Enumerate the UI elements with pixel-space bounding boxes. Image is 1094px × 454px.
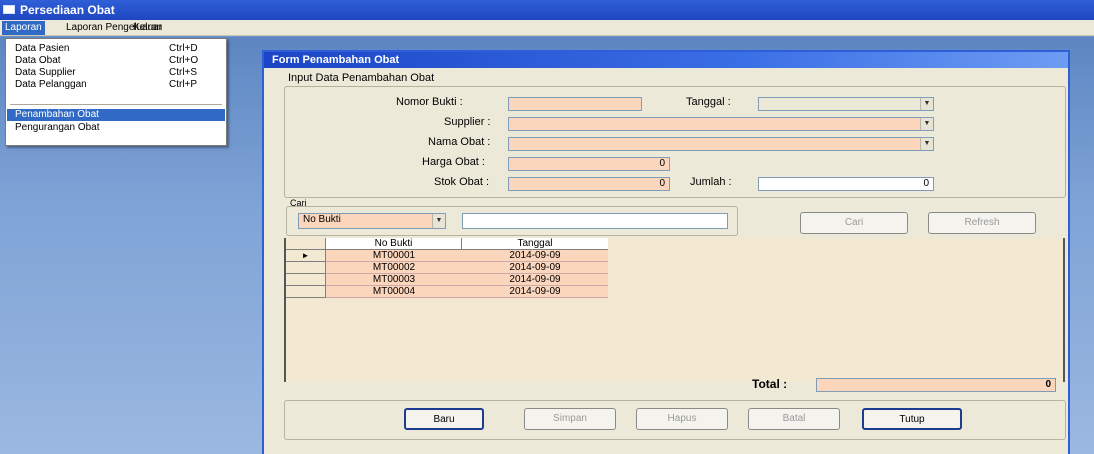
chevron-down-icon[interactable]: ▼: [920, 118, 933, 130]
nama-obat-combo[interactable]: [508, 137, 934, 151]
table-row-tanggal[interactable]: 2014-09-09: [462, 286, 608, 298]
row-indicator[interactable]: [286, 262, 326, 274]
batal-button[interactable]: Batal: [748, 408, 840, 430]
chevron-down-icon[interactable]: ▼: [432, 214, 445, 228]
total-field: 0: [816, 378, 1056, 392]
window-titlebar: Form Penambahan Obat: [264, 52, 1068, 68]
chevron-down-icon[interactable]: ▼: [920, 98, 933, 110]
menu-item-shortcut: Ctrl+O: [169, 55, 199, 66]
menu-item-data-pasien[interactable]: Data Pasien Ctrl+D: [7, 43, 225, 55]
menu-item-shortcut: Ctrl+D: [169, 43, 198, 54]
nomor-bukti-label: Nomor Bukti :: [396, 96, 463, 108]
menu-item-data-obat[interactable]: Data Obat Ctrl+O: [7, 55, 225, 67]
menu-item-label: Pengurangan Obat: [15, 122, 100, 133]
menu-item-label: Data Supplier: [15, 67, 76, 78]
cari-text-input[interactable]: [462, 213, 728, 229]
jumlah-label: Jumlah :: [690, 176, 732, 188]
menu-item-pengurangan-obat[interactable]: Pengurangan Obat: [7, 122, 225, 134]
total-label: Total :: [752, 377, 788, 391]
menu-separator: [10, 104, 222, 105]
harga-obat-field[interactable]: 0: [508, 157, 670, 171]
table-row-tanggal[interactable]: 2014-09-09: [462, 250, 608, 262]
menu-laporan[interactable]: Laporan: [2, 21, 45, 35]
menu-item-shortcut: Ctrl+P: [169, 79, 198, 90]
data-grid[interactable]: No Bukti Tanggal ► MT00001 2014-09-09 MT…: [284, 238, 1065, 382]
row-indicator[interactable]: [286, 274, 326, 286]
grid-header-tanggal[interactable]: Tanggal: [462, 238, 608, 250]
group-title: Input Data Penambahan Obat: [288, 72, 435, 84]
supplier-label: Supplier :: [444, 116, 491, 128]
menu-item-label: Penambahan Obat: [15, 109, 99, 120]
menu-item-label: Data Obat: [15, 55, 61, 66]
cari-select-value: No Bukti: [303, 214, 341, 225]
table-row-nobukti[interactable]: MT00003: [326, 274, 462, 286]
row-indicator[interactable]: [286, 286, 326, 298]
menu-item-data-supplier[interactable]: Data Supplier Ctrl+S: [7, 67, 225, 79]
laporan-dropdown-menu: Data Pasien Ctrl+D Data Obat Ctrl+O Data…: [5, 38, 227, 146]
chevron-down-icon[interactable]: ▼: [920, 138, 933, 150]
triangle-right-icon[interactable]: ►: [286, 250, 326, 262]
baru-button[interactable]: Baru: [404, 408, 484, 430]
app-title: Persediaan Obat: [20, 3, 115, 17]
penambahan-obat-window: Form Penambahan Obat Input Data Penambah…: [262, 50, 1070, 454]
grid-corner: [286, 238, 326, 250]
supplier-combo[interactable]: [508, 117, 934, 131]
menu-item-penambahan-obat[interactable]: Penambahan Obat: [7, 109, 225, 121]
menu-item-label: Data Pelanggan: [15, 79, 87, 90]
tanggal-picker[interactable]: ▼: [758, 97, 934, 111]
jumlah-field[interactable]: 0: [758, 177, 934, 191]
harga-obat-label: Harga Obat :: [422, 156, 485, 168]
refresh-button[interactable]: Refresh: [928, 212, 1036, 234]
table-row-nobukti[interactable]: MT00002: [326, 262, 462, 274]
menu-item-data-pelanggan[interactable]: Data Pelanggan Ctrl+P: [7, 79, 225, 91]
menubar: Laporan Laporan Pengeluaran Keluar: [0, 20, 1094, 36]
table-row-tanggal[interactable]: 2014-09-09: [462, 262, 608, 274]
simpan-button[interactable]: Simpan: [524, 408, 616, 430]
table-row-nobukti[interactable]: MT00001: [326, 250, 462, 262]
window-title: Form Penambahan Obat: [272, 54, 400, 66]
menu-keluar[interactable]: Keluar: [130, 21, 165, 35]
table-row-nobukti[interactable]: MT00004: [326, 286, 462, 298]
nama-obat-label: Nama Obat :: [428, 136, 491, 148]
menu-item-shortcut: Ctrl+S: [169, 67, 198, 78]
tanggal-label: Tanggal :: [686, 96, 731, 108]
menu-item-label: Data Pasien: [15, 43, 70, 54]
tutup-button[interactable]: Tutup: [862, 408, 962, 430]
app-icon: [3, 5, 15, 14]
nomor-bukti-field[interactable]: [508, 97, 642, 111]
hapus-button[interactable]: Hapus: [636, 408, 728, 430]
grid-header-nobukti[interactable]: No Bukti: [326, 238, 462, 250]
cari-select[interactable]: No Bukti ▼: [298, 213, 446, 229]
stok-obat-field[interactable]: 0: [508, 177, 670, 191]
cari-button[interactable]: Cari: [800, 212, 908, 234]
stok-obat-label: Stok Obat :: [434, 176, 490, 188]
table-row-tanggal[interactable]: 2014-09-09: [462, 274, 608, 286]
app-titlebar: Persediaan Obat: [0, 0, 1094, 20]
